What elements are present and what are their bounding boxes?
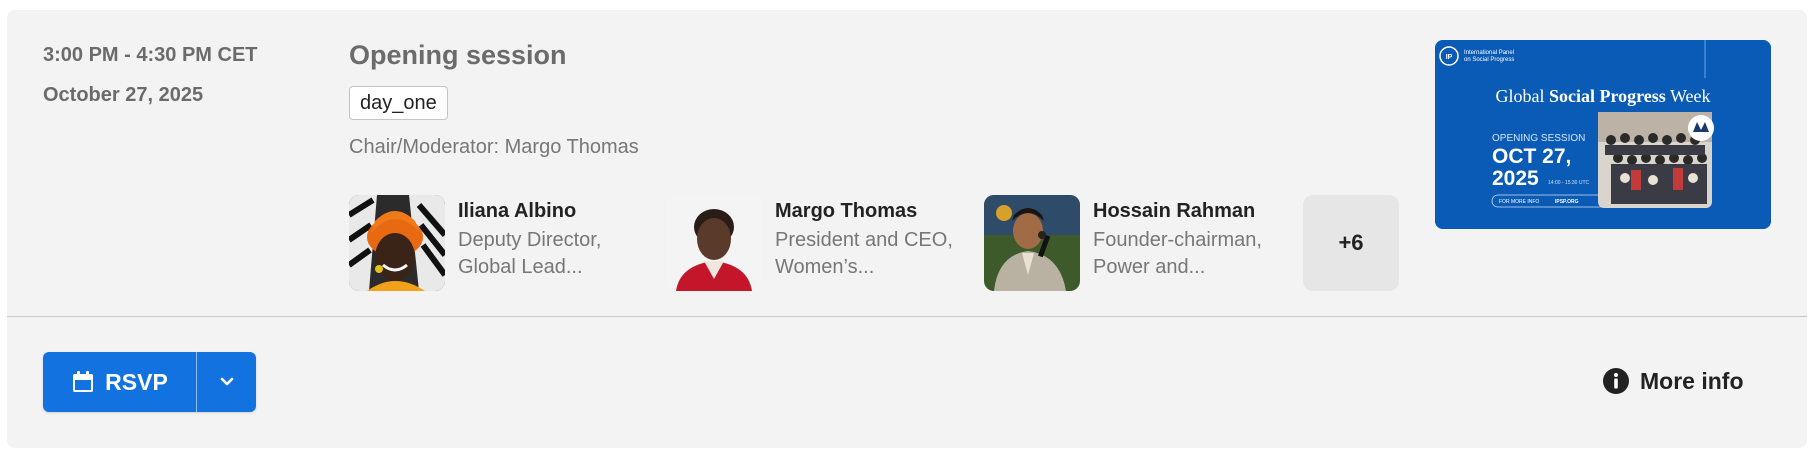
- more-info-button[interactable]: More info: [1602, 363, 1744, 399]
- rsvp-button[interactable]: RSVP: [43, 352, 196, 412]
- org-line1: International Panel: [1464, 50, 1514, 56]
- banner-date-line1: OCT 27,: [1492, 145, 1571, 168]
- speaker-card[interactable]: Hossain Rahman Founder-chairman, Power a…: [984, 195, 1284, 291]
- speaker-name: Iliana Albino: [458, 200, 577, 222]
- section-divider: [7, 316, 1807, 317]
- speaker-name: Hossain Rahman: [1093, 200, 1256, 222]
- speaker-card[interactable]: Margo Thomas President and CEO, Women’s.…: [666, 195, 966, 291]
- event-card: 3:00 PM - 4:30 PM CET October 27, 2025 O…: [7, 10, 1807, 448]
- avatar: [666, 195, 762, 291]
- speaker-name: Margo Thomas: [775, 200, 918, 222]
- chair-label: Chair/Moderator:: [349, 136, 500, 158]
- banner-footer-right: IPSP.ORG: [1555, 199, 1579, 205]
- banner-footer-left: FOR MORE INFO: [1499, 199, 1539, 205]
- event-banner-image[interactable]: IP International Panel on Social Progres…: [1435, 40, 1771, 229]
- org-line2: on Social Progress: [1464, 57, 1514, 63]
- speaker-card[interactable]: Iliana Albino Deputy Director, Global Le…: [349, 195, 649, 291]
- event-tag[interactable]: day_one: [349, 86, 448, 120]
- rsvp-button-group: RSVP: [43, 352, 256, 412]
- rsvp-label: RSVP: [105, 368, 168, 395]
- calendar-icon: [73, 371, 94, 392]
- event-date: October 27, 2025: [43, 84, 204, 106]
- chair-moderator: Chair/Moderator: Margo Thomas: [349, 136, 639, 159]
- banner-heading: Global Social Progress Week: [1495, 86, 1710, 106]
- speaker-role: President and CEO, Women’s...: [775, 229, 953, 278]
- logo-text: IP: [1446, 54, 1453, 61]
- event-time: 3:00 PM - 4:30 PM CET: [43, 44, 258, 66]
- chair-name: Margo Thomas: [504, 136, 639, 158]
- avatar: [349, 195, 445, 291]
- banner-time: 14:00 - 15:30 UTC: [1548, 180, 1590, 186]
- chevron-down-icon: [220, 377, 233, 386]
- event-title[interactable]: Opening session: [349, 40, 567, 71]
- event-summary: 3:00 PM - 4:30 PM CET October 27, 2025 O…: [7, 10, 1807, 316]
- banner-session: OPENING SESSION: [1492, 133, 1585, 144]
- more-info-label: More info: [1640, 367, 1744, 394]
- banner-date-line2: 2025: [1492, 167, 1539, 190]
- rsvp-dropdown-button[interactable]: [197, 352, 256, 412]
- crest-icon: [1688, 115, 1714, 141]
- speaker-role: Deputy Director, Global Lead...: [458, 229, 602, 278]
- info-icon: [1603, 368, 1629, 394]
- more-speakers-button[interactable]: +6: [1303, 195, 1399, 291]
- speaker-role: Founder-chairman, Power and...: [1093, 229, 1262, 278]
- avatar: [984, 195, 1080, 291]
